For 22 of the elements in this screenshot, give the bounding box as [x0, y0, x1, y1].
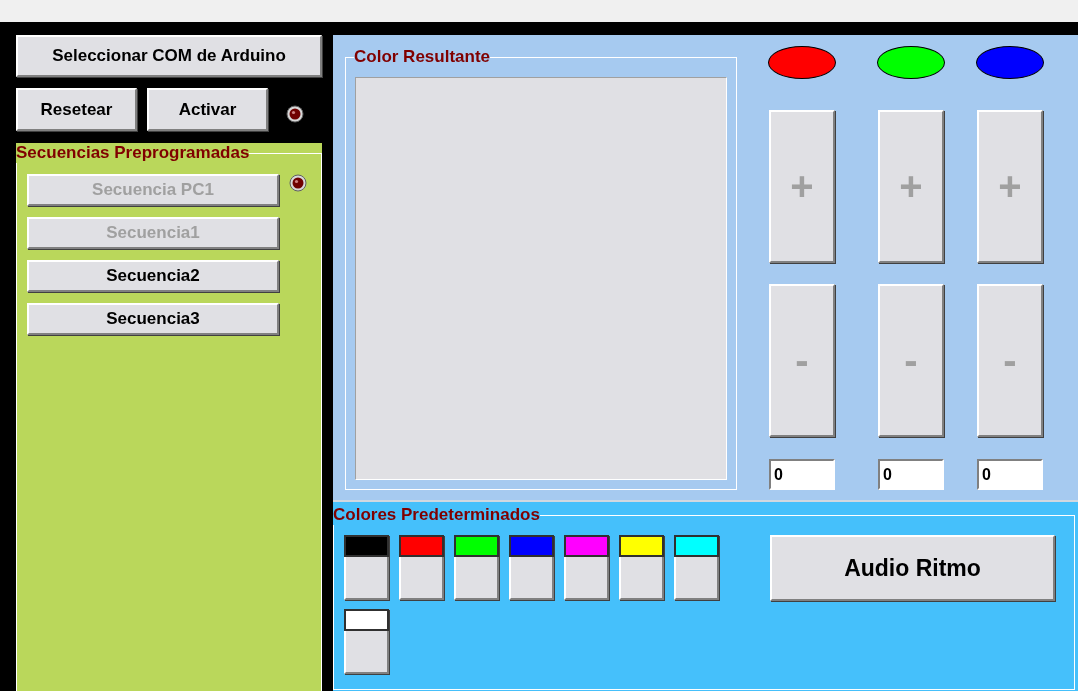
- reset-button[interactable]: Resetear: [16, 88, 137, 131]
- activate-button[interactable]: Activar: [147, 88, 268, 131]
- preset-color-button[interactable]: [344, 535, 389, 600]
- status-led-icon: [289, 174, 307, 192]
- value-input-field[interactable]: 0: [878, 459, 944, 490]
- preset-color-button[interactable]: [454, 535, 499, 600]
- preset-color-button[interactable]: [399, 535, 444, 600]
- preset-color-button[interactable]: [344, 609, 389, 674]
- group-title: Secuencias Preprogramadas: [16, 143, 250, 163]
- preset-color-button[interactable]: [674, 535, 719, 600]
- preset-color-button[interactable]: [509, 535, 554, 600]
- audio-rhythm-button[interactable]: Audio Ritmo: [770, 535, 1055, 601]
- preset-color-button[interactable]: [564, 535, 609, 600]
- group-title: Colores Predeterminados: [333, 505, 540, 525]
- select-port-button[interactable]: Seleccionar COM de Arduino: [16, 35, 322, 77]
- preset-color-button[interactable]: [619, 535, 664, 600]
- sequence-button[interactable]: Secuencia2: [27, 260, 279, 292]
- status-led-icon: [286, 104, 304, 123]
- sequence-button[interactable]: Secuencia3: [27, 303, 279, 335]
- value-input-field[interactable]: 0: [977, 459, 1043, 490]
- value-input-field[interactable]: 0: [769, 459, 835, 490]
- group-title: Color Resultante: [354, 47, 491, 67]
